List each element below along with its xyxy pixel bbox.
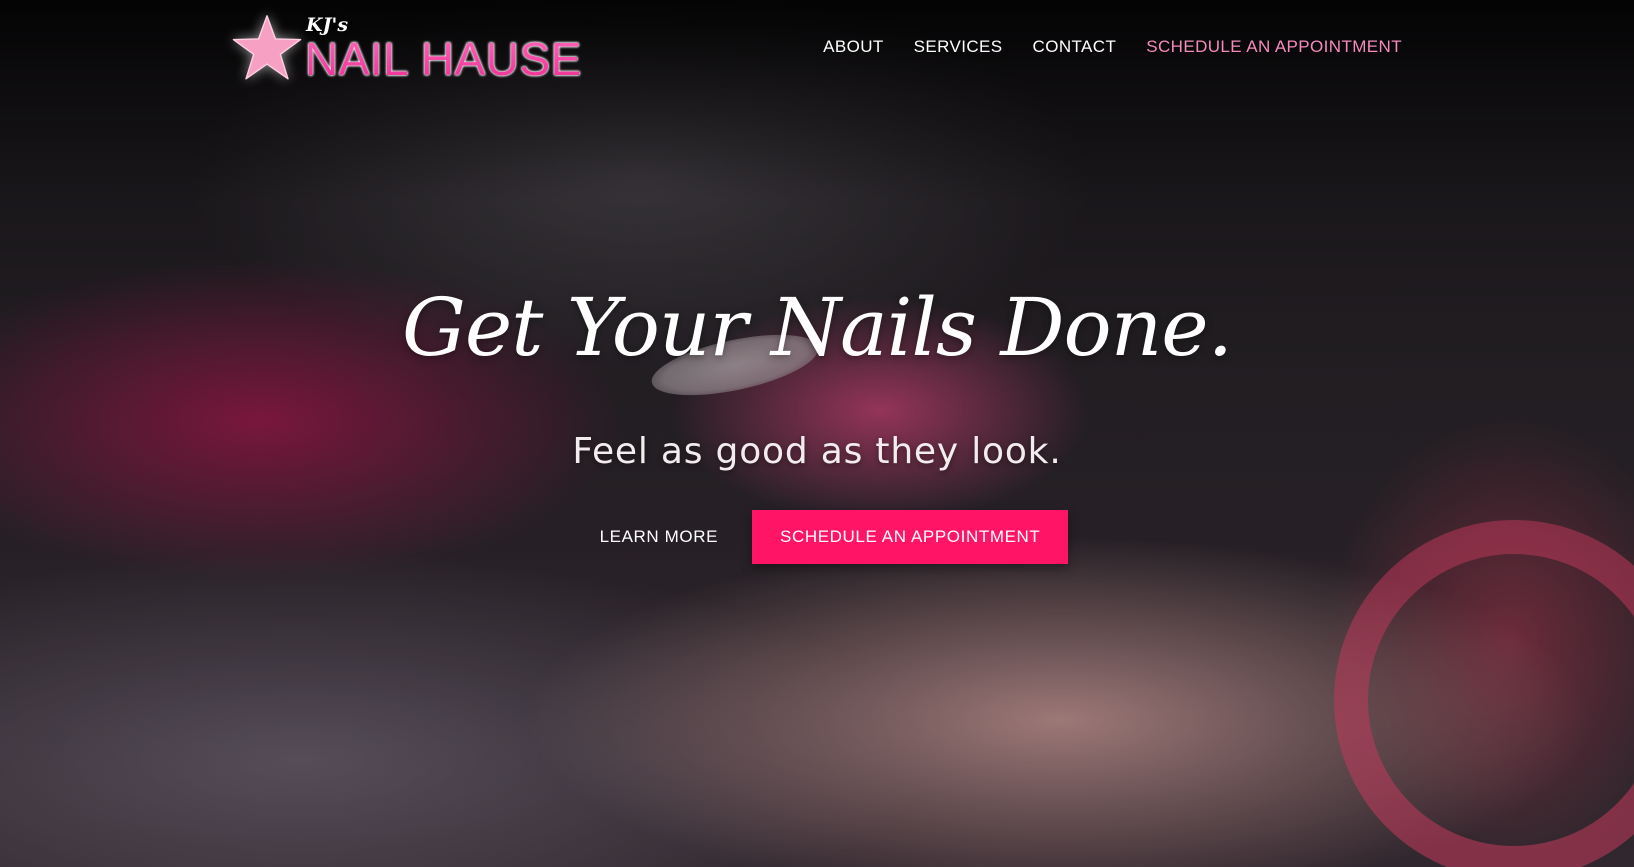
site-logo[interactable]: KJ's NAIL HAUSE — [232, 12, 581, 84]
nav-services[interactable]: SERVICES — [914, 37, 1003, 57]
nav-contact[interactable]: CONTACT — [1033, 37, 1117, 57]
schedule-appointment-button[interactable]: SCHEDULE AN APPOINTMENT — [752, 510, 1069, 564]
nav-about[interactable]: ABOUT — [823, 37, 884, 57]
star-icon — [232, 15, 302, 80]
nav-schedule-appointment[interactable]: SCHEDULE AN APPOINTMENT — [1146, 37, 1402, 57]
main-nav: ABOUT SERVICES CONTACT SCHEDULE AN APPOI… — [823, 37, 1402, 57]
hero-cta-row: LEARN MORE SCHEDULE AN APPOINTMENT — [0, 510, 1634, 564]
logo-main-text: NAIL HAUSE — [305, 33, 582, 85]
site-header: KJ's NAIL HAUSE ABOUT SERVICES CONTACT S… — [0, 0, 1634, 100]
page: KJ's NAIL HAUSE ABOUT SERVICES CONTACT S… — [0, 0, 1634, 867]
hero-subheadline: Feel as good as they look. — [572, 431, 1062, 472]
hero-headline: Get Your Nails Done. — [402, 281, 1233, 374]
learn-more-button[interactable]: LEARN MORE — [566, 511, 752, 563]
